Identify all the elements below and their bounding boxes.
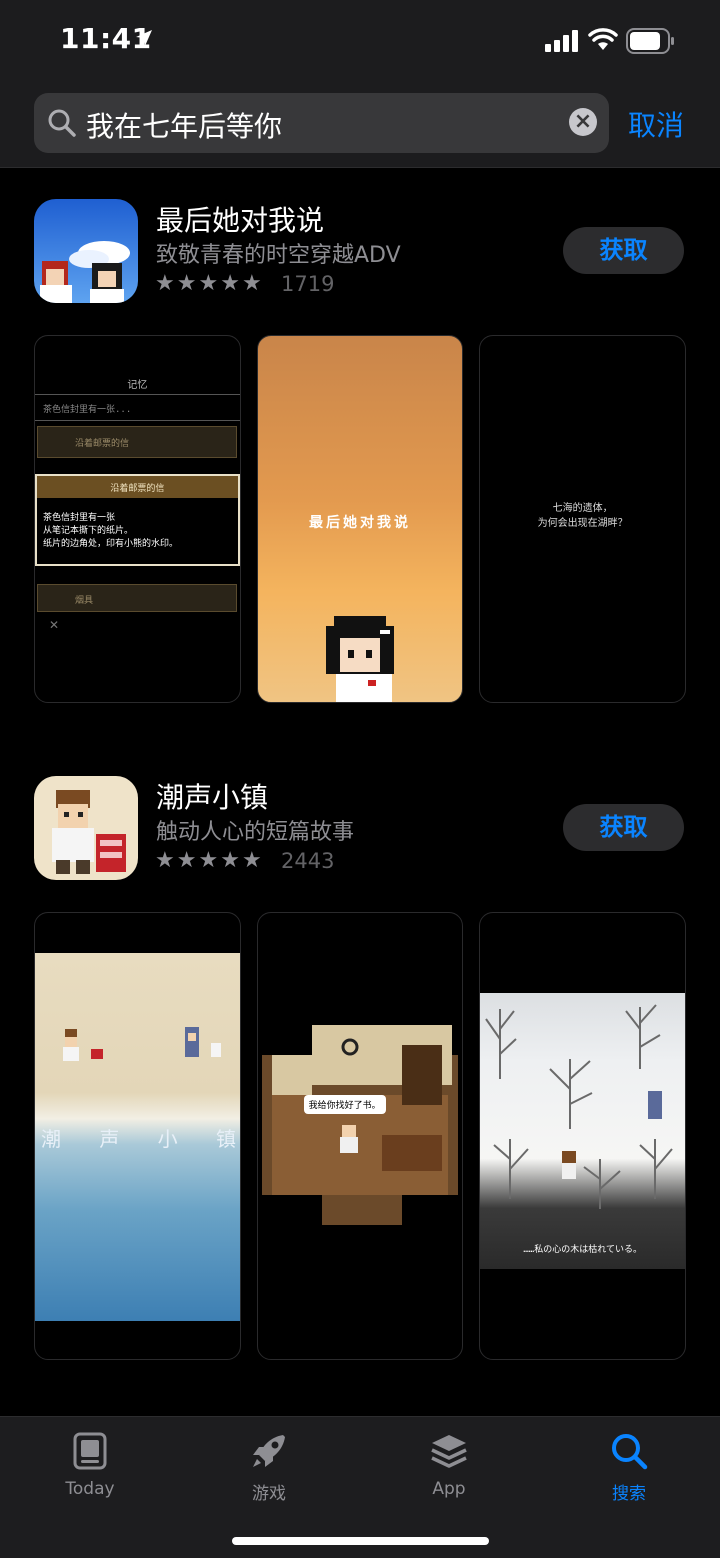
get-button[interactable]: 获取 [563,804,684,851]
pixel-characters-image [63,1027,221,1061]
tab-today[interactable]: Today [30,1417,150,1517]
star-rating: ★ ★ ★ ★ ★ [155,850,262,872]
screen-text: 为何会出现在湖畔？ [537,518,628,529]
search-icon [48,109,76,137]
search-header: 我在七年后等你 × 取消 [0,82,720,168]
winter-trees-image [485,1004,674,1209]
app-subtitle: 触动人心的短篇故事 [156,820,355,845]
search-query[interactable]: 我在七年后等你 [86,105,282,145]
pixel-girl-image [325,616,394,702]
popup-title: 沿着邮票的信 [110,484,165,494]
home-indicator[interactable] [232,1537,489,1545]
popup-line: 从笔记本撕下的纸片。 [43,526,134,536]
screenshot-3[interactable]: 七海的遗体， 为何会出现在湖畔？ [479,335,687,703]
title-char: 镇 [215,1127,236,1151]
screenshot-3[interactable]: ……私の心の木は枯れている。 [479,912,687,1360]
screenshot-1[interactable]: 记忆 茶色信封里有一张... 沿着邮票的信 沿着邮票的信 茶色信封里有一张 从笔… [34,335,241,703]
tab-label: Today [65,1479,115,1499]
rating-count: 2443 [281,849,335,873]
speech-bubble: 我给你找好了书。 [303,1095,386,1114]
tab-label: 游戏 [252,1484,286,1504]
star-icon: ★ [176,271,197,296]
popup-line: 纸片的边角处，印有小熊的水印。 [43,539,179,549]
battery-icon [626,28,674,54]
location-arrow-icon [136,30,152,46]
star-icon: ★ [220,271,240,296]
screen-row: 沿着邮票的信 [75,439,130,449]
wifi-icon [588,28,618,50]
app-icon[interactable] [34,199,138,303]
search-input[interactable]: 我在七年后等你 × [34,93,609,153]
tab-search[interactable]: 搜索 [569,1417,689,1517]
rating-count: 1719 [281,272,335,296]
star-icon: ★ [176,848,197,873]
title-char: 潮 [41,1127,61,1151]
star-icon: ★ [198,271,219,296]
star-icon: ★ [198,848,219,873]
star-icon: ★ [241,848,262,873]
search-icon [612,1434,648,1470]
screenshot-strip-1[interactable]: 记忆 茶色信封里有一张... 沿着邮票的信 沿着邮票的信 茶色信封里有一张 从笔… [34,335,687,703]
rocket-icon [253,1435,285,1467]
app-name: 最后她对我说 [156,204,325,237]
screen-header: 记忆 [127,380,148,391]
screen-title: 最后她对我说 [309,515,411,531]
title-char: 声 [99,1127,120,1151]
popup-line: 茶色信封里有一张 [43,513,116,523]
tab-label: 搜索 [612,1484,646,1504]
star-icon: ★ [220,848,240,873]
title-char: 小 [157,1127,178,1151]
close-icon: ✕ [49,618,60,632]
screen-row: 烟具 [75,596,94,606]
app-icon[interactable] [34,776,138,880]
star-icon: ★ [241,271,262,296]
tab-games[interactable]: 游戏 [209,1417,329,1517]
stack-icon [431,1435,467,1468]
screen-caption: ……私の心の木は枯れている。 [523,1245,642,1255]
screenshot-2[interactable]: 我给你找好了书。 [256,912,464,1360]
screenshot-2[interactable]: 最后她对我说 [256,335,464,703]
screen-text: 七海的遗体， [552,503,613,514]
today-icon [73,1432,107,1470]
clear-search-button[interactable]: × [569,108,597,136]
cancel-button[interactable]: 取消 [628,104,684,144]
star-icon: ★ [155,271,175,296]
screen-row: 茶色信封里有一张... [43,405,132,415]
star-icon: ★ [155,848,175,873]
close-icon: × [573,109,593,134]
room-scene-image [261,1025,458,1225]
star-rating: ★ ★ ★ ★ ★ [155,273,262,295]
app-name: 潮声小镇 [156,781,269,814]
cellular-signal-icon [545,30,578,52]
app-subtitle: 致敬青春的时空穿越ADV [156,243,401,268]
tab-apps[interactable]: App [389,1417,509,1517]
tab-label: App [432,1479,466,1499]
screen-title: 潮 声 小 镇 [41,1123,236,1152]
screenshot-strip-2[interactable]: 潮 声 小 镇 我给你找好了书。 ……私の心の木は枯れている。 [34,912,687,1360]
status-bar: 11:41 [0,0,720,82]
screenshot-1[interactable]: 潮 声 小 镇 [34,912,241,1360]
get-button[interactable]: 获取 [563,227,684,274]
